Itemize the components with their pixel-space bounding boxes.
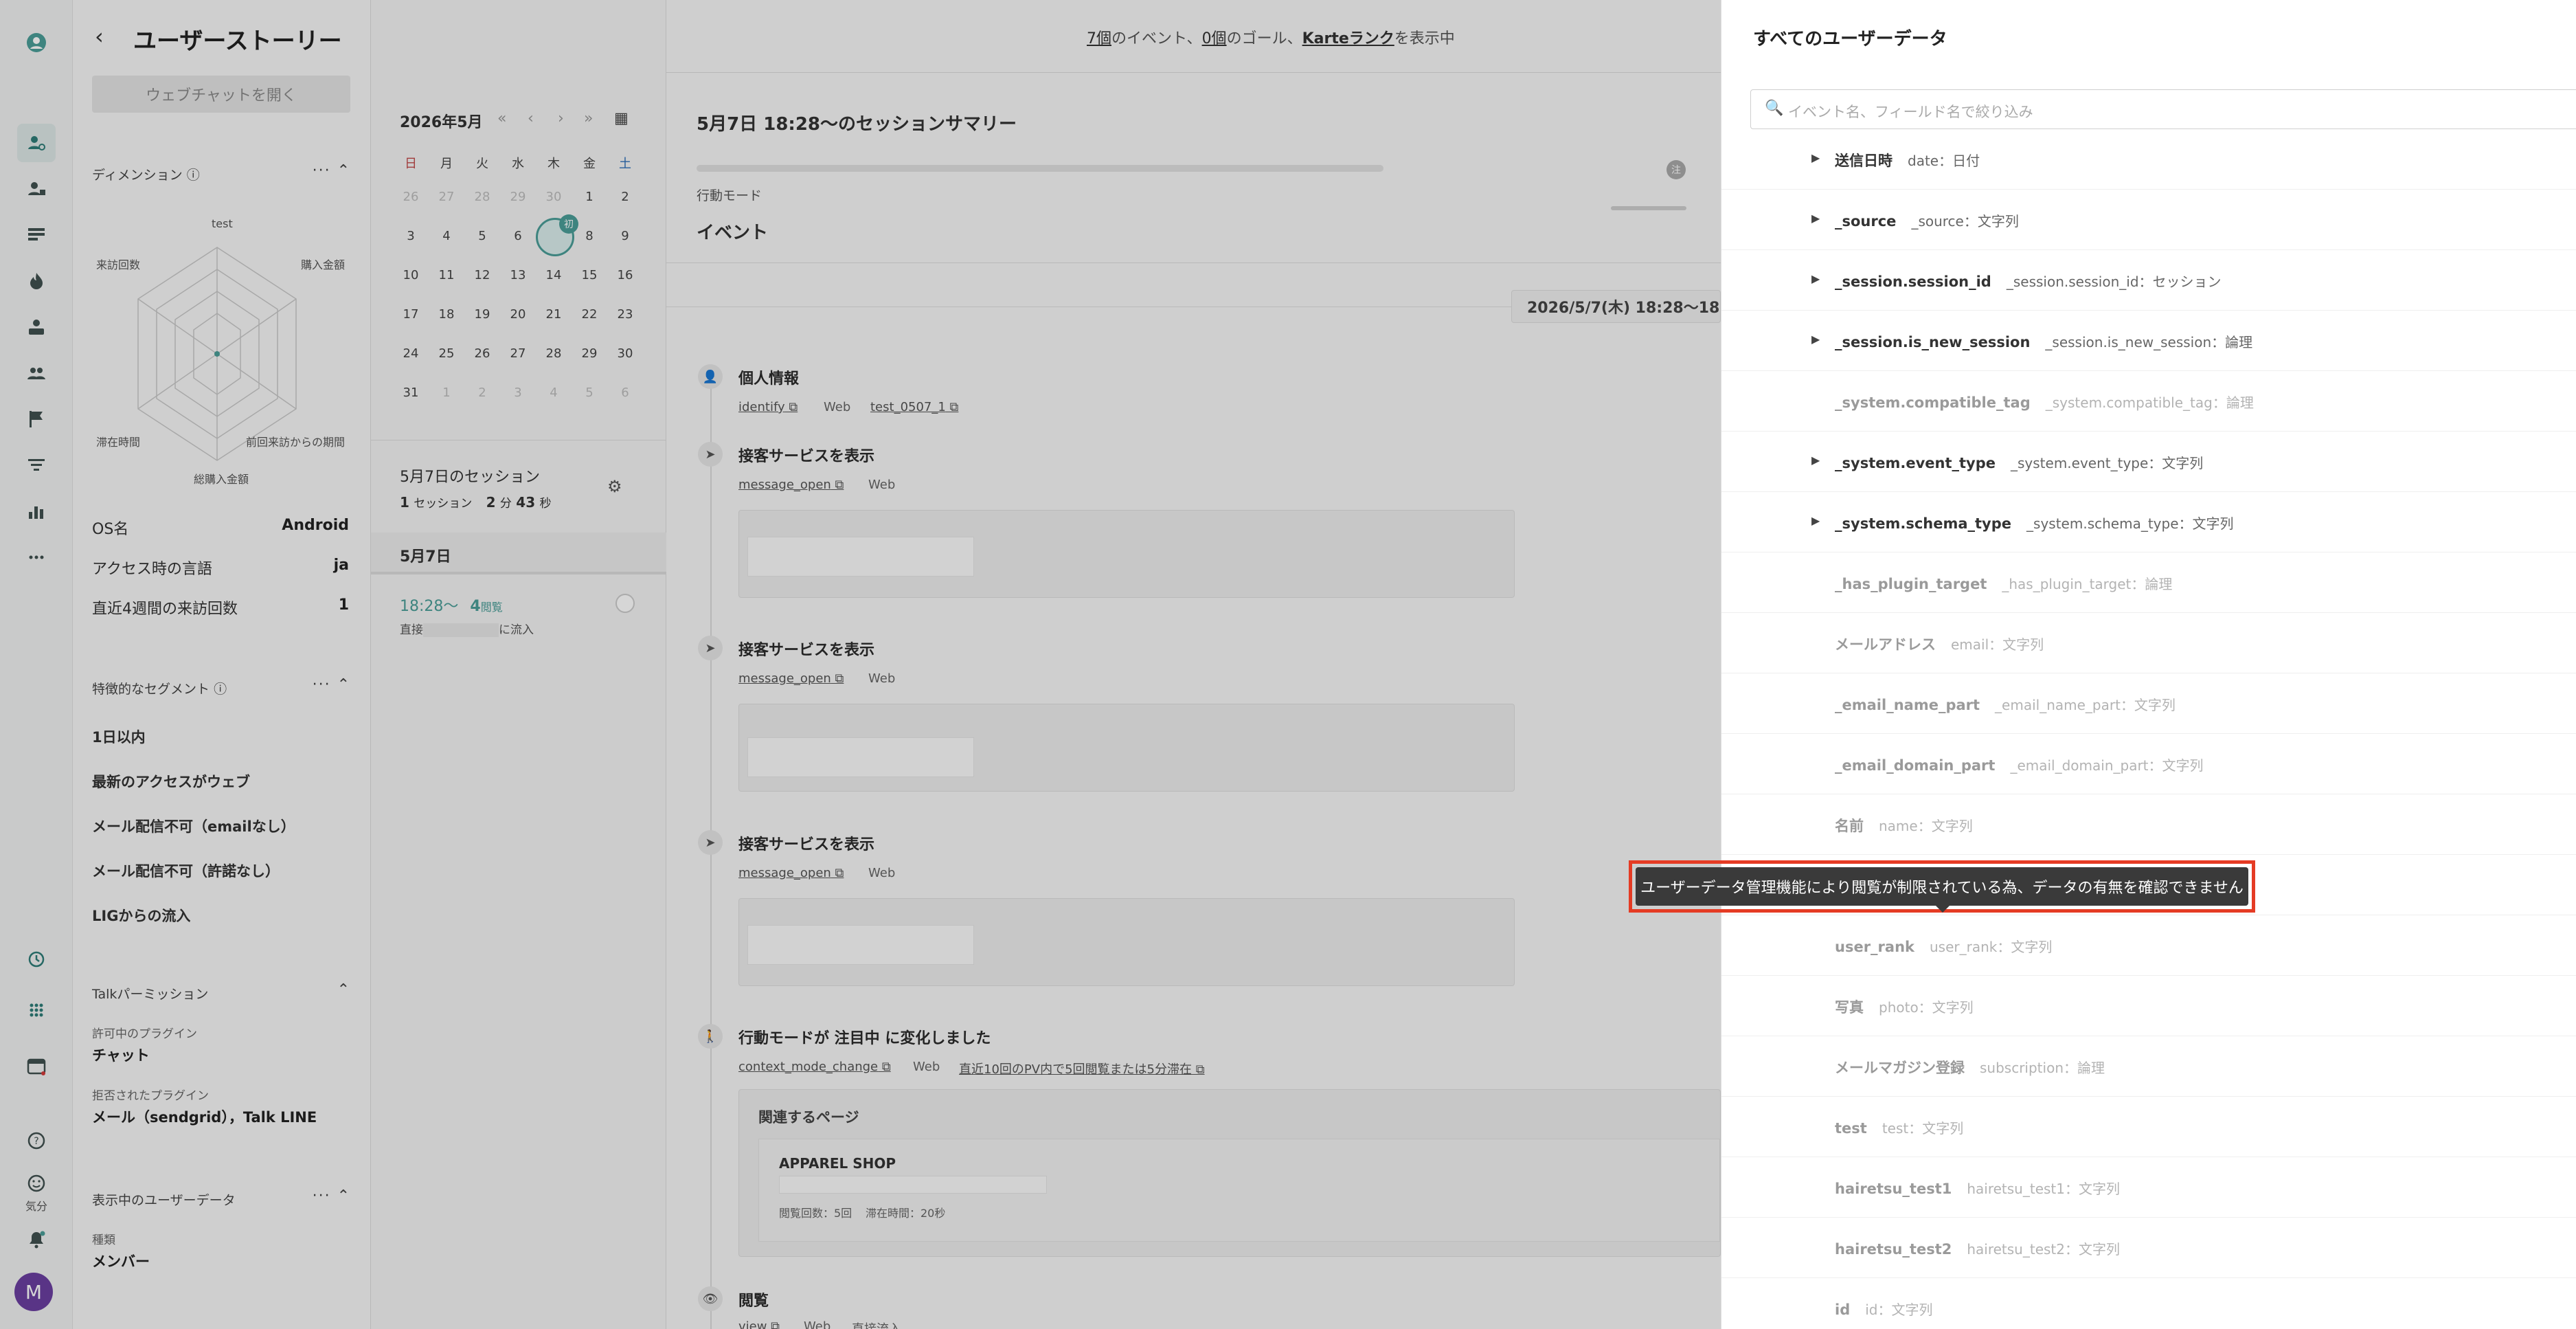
field-name: 写真 photo：文字列 [1835,999,1974,1016]
field-name: _system.event_type _system.event_type：文字列 [1835,455,2204,471]
expand-caret-icon[interactable]: ▶ [1811,272,1820,285]
field-type: email：文字列 [1951,636,2044,653]
user-data-row: 写真 photo：文字列 [1721,976,2576,1036]
field-name: 送信日時 date：日付 [1835,153,1980,169]
user-data-row: _email_domain_part _email_domain_part：文字列 [1721,734,2576,794]
user-data-row[interactable]: ▶ _source _source：文字列 [1721,190,2576,250]
field-name: _session.is_new_session _session.is_new_s… [1835,334,2253,350]
field-name: hairetsu_test1 hairetsu_test1：文字列 [1835,1181,2120,1197]
field-type: user_rank：文字列 [1930,939,2053,955]
user-data-row: メールアドレス email：文字列 [1721,613,2576,673]
field-name: _email_name_part _email_name_part：文字列 [1835,697,2176,713]
user-data-row[interactable]: ▶ _session.session_id _session.session_id：… [1721,250,2576,311]
field-type: name：文字列 [1879,818,1973,834]
field-type: _session.is_new_session：論理 [2045,334,2253,350]
user-data-row: test test：文字列 [1721,1097,2576,1157]
user-data-row[interactable]: ▶ _session.is_new_session _session.is_new_… [1721,311,2576,371]
field-name: hairetsu_test2 hairetsu_test2：文字列 [1835,1241,2120,1258]
field-name: _email_domain_part _email_domain_part：文字列 [1835,757,2204,774]
field-name: 名前 name：文字列 [1835,818,1973,834]
user-data-row: _has_plugin_target _has_plugin_target：論理 [1721,552,2576,613]
field-name: メールアドレス email：文字列 [1835,636,2044,653]
field-type: photo：文字列 [1879,999,1974,1016]
panel-title: すべてのユーザーデータ [1753,29,1947,49]
field-name: _system.compatible_tag _system.compatible… [1835,394,2254,411]
field-type: subscription：論理 [1980,1060,2105,1076]
user-data-row[interactable]: ▶ _system.event_type _system.event_type：文字… [1721,432,2576,492]
field-type: _system.event_type：文字列 [2011,455,2204,471]
field-type: _email_name_part：文字列 [1995,697,2176,713]
user-data-row: _system.compatible_tag _system.compatible… [1721,371,2576,432]
user-data-row: id id：文字列 [1721,1278,2576,1329]
expand-caret-icon[interactable]: ▶ [1811,151,1820,164]
field-name: test test：文字列 [1835,1120,1964,1137]
user-data-row[interactable]: ▶ 送信日時 date：日付 [1721,129,2576,190]
restriction-tooltip: ユーザーデータ管理機能により閲覧が制限されている為、データの有無を確認できません [1636,867,2248,906]
field-type: _email_domain_part：文字列 [2010,757,2204,774]
field-type: id：文字列 [1865,1302,1933,1318]
user-data-row: 名前 name：文字列 [1721,794,2576,855]
field-name: _session.session_id _session.session_id：セ… [1835,273,2222,290]
expand-caret-icon[interactable]: ▶ [1811,514,1820,527]
field-type: _system.schema_type：文字列 [2026,515,2234,532]
expand-caret-icon[interactable]: ▶ [1811,333,1820,346]
field-type: _session.session_id：セッション [2006,273,2222,290]
user-data-row: メールマガジン登録 subscription：論理 [1721,1036,2576,1097]
user-data-row[interactable]: ▶ _system.schema_type _system.schema_type：… [1721,492,2576,552]
expand-caret-icon[interactable]: ▶ [1811,212,1820,225]
all-user-data-panel: すべてのユーザーデータ 🔍 イベント名、フィールド名で絞り込み ▶ 送信日時 dat… [1721,0,2576,1329]
field-type: hairetsu_test2：文字列 [1967,1241,2120,1258]
field-search-input[interactable]: 🔍 イベント名、フィールド名で絞り込み [1750,89,2576,129]
field-type: _system.compatible_tag：論理 [2045,394,2254,411]
user-data-row: hairetsu_test1 hairetsu_test1：文字列 [1721,1157,2576,1218]
field-name: id id：文字列 [1835,1302,1933,1318]
search-icon: 🔍 [1765,100,1784,117]
modal-backdrop[interactable] [0,0,1721,1329]
field-name: _system.schema_type _system.schema_type：文… [1835,515,2234,532]
field-type: date：日付 [1908,153,1980,169]
field-type: _source：文字列 [1911,213,2019,230]
tooltip-arrow [1936,906,1950,913]
field-name: _has_plugin_target _has_plugin_target：論理 [1835,576,2173,592]
expand-caret-icon[interactable]: ▶ [1811,454,1820,467]
field-type: hairetsu_test1：文字列 [1967,1181,2120,1197]
field-name: メールマガジン登録 subscription：論理 [1835,1060,2105,1076]
field-type: test：文字列 [1882,1120,1964,1137]
field-name: _source _source：文字列 [1835,213,2019,230]
user-data-row: _email_name_part _email_name_part：文字列 [1721,673,2576,734]
user-data-row: user_rank user_rank：文字列 [1721,915,2576,976]
user-data-row: hairetsu_test2 hairetsu_test2：文字列 [1721,1218,2576,1278]
field-name: user_rank user_rank：文字列 [1835,939,2053,955]
field-type: _has_plugin_target：論理 [2002,576,2173,592]
